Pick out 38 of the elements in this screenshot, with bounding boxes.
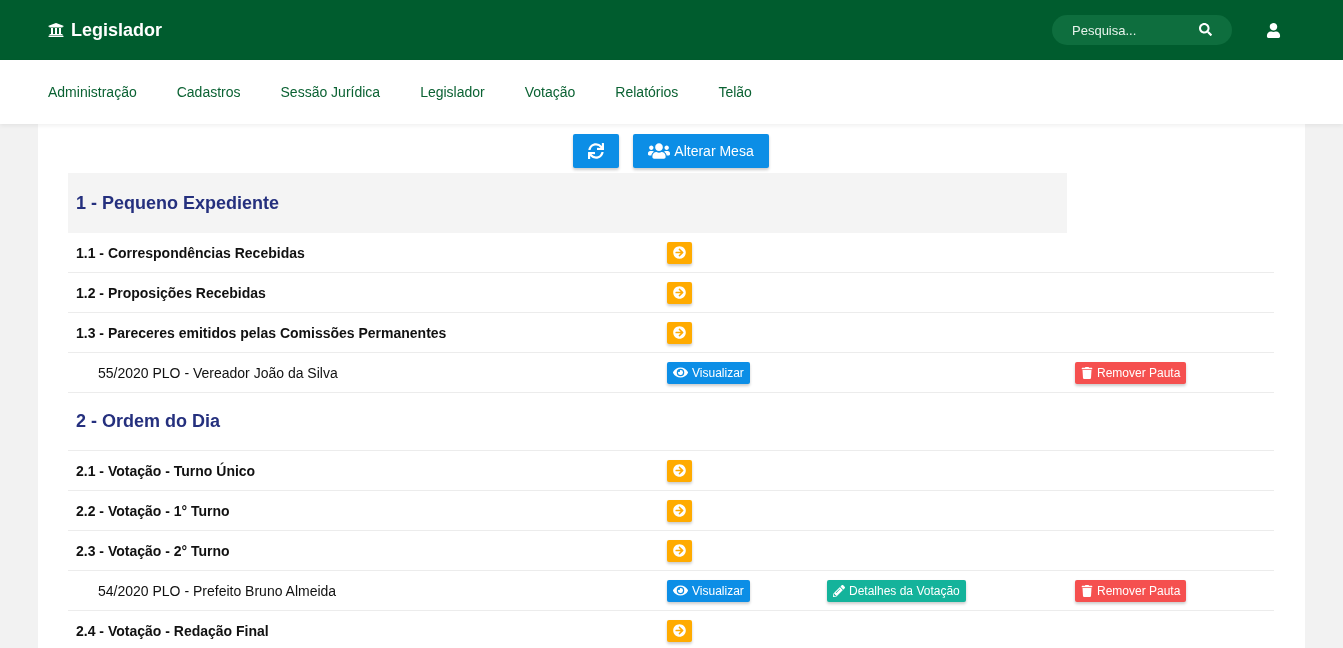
subsection-title: 2.1 - Votação - Turno Único	[75, 462, 257, 479]
subsection-title: 1.1 - Correspondências Recebidas	[75, 244, 306, 261]
subsection-title: 1.3 - Pareceres emitidos pelas Comissões Permanentes	[75, 324, 448, 341]
open-button[interactable]	[667, 281, 692, 304]
agenda-item-text: 54/2020 PLO - Prefeito Bruno Almeida	[97, 582, 338, 599]
open-button[interactable]	[667, 499, 692, 522]
nav-link[interactable]: Sessão Jurídica	[280, 84, 381, 100]
trash-icon	[1081, 584, 1093, 597]
open-button[interactable]	[667, 539, 692, 562]
refresh-button[interactable]	[573, 134, 620, 168]
nav-link[interactable]: Telão	[718, 84, 752, 100]
app-title: Legislador	[71, 19, 163, 41]
open-button[interactable]	[667, 321, 692, 344]
nav-link[interactable]: Administração	[48, 84, 137, 100]
section-title: 2 - Ordem do Dia	[76, 411, 221, 432]
refresh-icon	[588, 143, 605, 159]
section-title: 1 - Pequeno Expediente	[76, 192, 280, 214]
nav-link[interactable]: Relatórios	[615, 84, 679, 100]
user-icon[interactable]	[1266, 22, 1281, 38]
open-button[interactable]	[667, 241, 692, 264]
nav-link[interactable]: Legislador	[420, 84, 485, 100]
subsection-title: 2.2 - Votação - 1° Turno	[75, 502, 231, 519]
building-icon	[48, 22, 64, 38]
search-icon[interactable]	[1199, 23, 1212, 36]
trash-icon	[1081, 366, 1093, 379]
open-button[interactable]	[667, 459, 692, 482]
agenda-item-text: 55/2020 PLO - Vereador João da Silva	[97, 364, 339, 381]
pencil-icon	[833, 584, 845, 597]
nav-link[interactable]: Votação	[524, 84, 576, 100]
open-button[interactable]	[667, 619, 692, 642]
search-field[interactable]: Pesquisa...	[1052, 15, 1232, 45]
subsection-title: 2.4 - Votação - Redação Final	[75, 622, 270, 639]
subsection-title: 1.2 - Proposições Recebidas	[75, 284, 267, 301]
eye-icon	[673, 365, 688, 380]
nav-link[interactable]: Cadastros	[176, 84, 241, 100]
users-icon	[648, 140, 671, 162]
subsection-title: 2.3 - Votação - 2° Turno	[75, 542, 231, 559]
eye-icon	[673, 583, 688, 598]
